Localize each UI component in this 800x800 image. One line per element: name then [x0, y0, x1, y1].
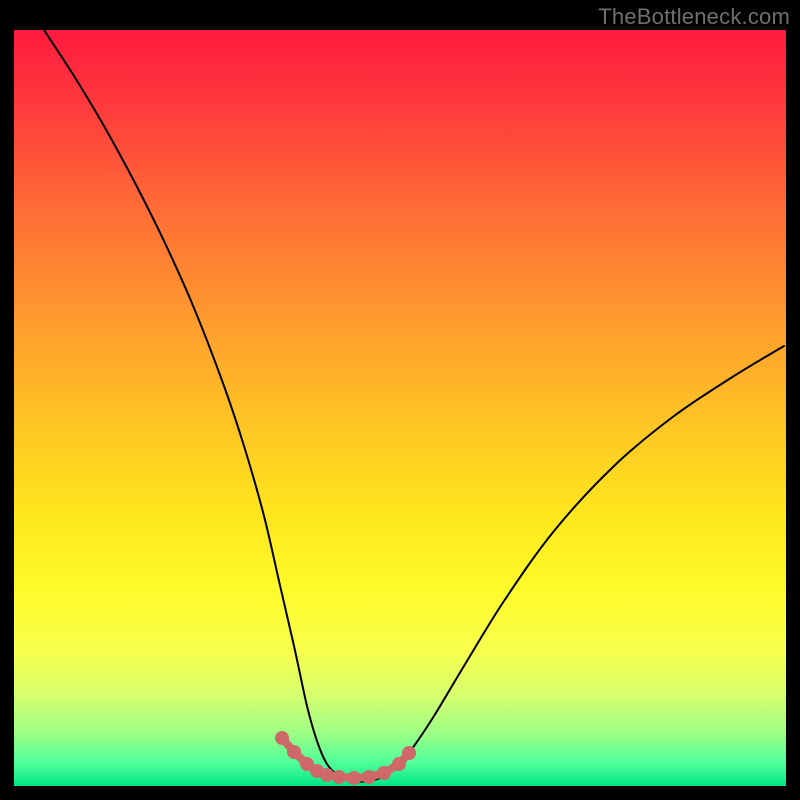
highlight-dot	[402, 746, 416, 760]
highlight-dot	[320, 768, 334, 782]
curve-layer	[14, 30, 786, 786]
highlight-dot	[275, 731, 289, 745]
watermark-text: TheBottleneck.com	[598, 4, 790, 30]
plot-area	[14, 30, 786, 786]
chart-frame: TheBottleneck.com	[0, 0, 800, 800]
highlight-dot	[332, 770, 346, 784]
highlight-dot	[377, 766, 391, 780]
highlight-marker-group	[275, 731, 416, 785]
highlight-dot	[347, 771, 361, 785]
bottleneck-curve	[44, 30, 784, 782]
highlight-dot	[362, 770, 376, 784]
highlight-dot	[287, 745, 301, 759]
highlight-dot	[392, 757, 406, 771]
